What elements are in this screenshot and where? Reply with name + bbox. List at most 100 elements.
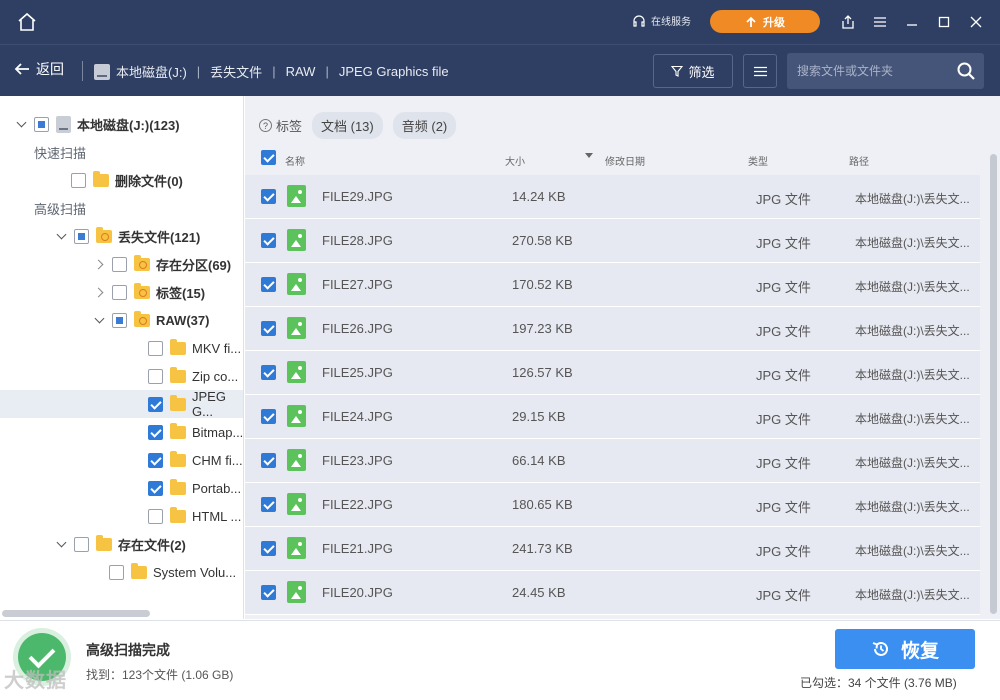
- tree-item-chm[interactable]: CHM fi...: [0, 446, 243, 474]
- tree-item-lost-files[interactable]: 丢失文件(121): [0, 222, 243, 250]
- tree-item-system-volume[interactable]: System Volu...: [0, 558, 243, 586]
- view-menu-button[interactable]: [743, 54, 777, 88]
- close-icon[interactable]: [967, 13, 985, 31]
- online-service-button[interactable]: 在线服务: [632, 13, 691, 28]
- checkbox-checked[interactable]: [148, 396, 163, 412]
- table-row[interactable]: FILE29.JPG 14.24 KB JPG 文件 本地磁盘(J:)\丢失文...: [245, 175, 980, 219]
- table-row[interactable]: FILE26.JPG 197.23 KB JPG 文件 本地磁盘(J:)\丢失文...: [245, 307, 980, 351]
- table-row[interactable]: FILE23.JPG 66.14 KB JPG 文件 本地磁盘(J:)\丢失文...: [245, 439, 980, 483]
- watermark: 大数据: [4, 670, 67, 692]
- image-file-icon: [287, 449, 306, 471]
- column-header-size[interactable]: 大小: [505, 153, 525, 168]
- select-all-checkbox[interactable]: [261, 150, 276, 165]
- horizontal-scrollbar[interactable]: [2, 610, 150, 617]
- table-row[interactable]: FILE25.JPG 126.57 KB JPG 文件 本地磁盘(J:)\丢失文...: [245, 351, 980, 395]
- tree-item-jpeg[interactable]: JPEG G...: [0, 389, 243, 419]
- breadcrumb-item-drive[interactable]: 本地磁盘(J:): [116, 62, 187, 81]
- maximize-icon[interactable]: [935, 13, 953, 31]
- breadcrumb-item-raw[interactable]: RAW: [286, 64, 316, 79]
- checkbox[interactable]: [148, 508, 163, 524]
- expand-arrow-icon[interactable]: [94, 258, 106, 270]
- filter-button[interactable]: 筛选: [653, 54, 733, 88]
- search-input[interactable]: [797, 61, 947, 81]
- tree-item-zip[interactable]: Zip co...: [0, 362, 243, 390]
- tree-item-raw[interactable]: RAW(37): [0, 306, 243, 334]
- table-row[interactable]: FILE21.JPG 241.73 KB JPG 文件 本地磁盘(J:)\丢失文...: [245, 527, 980, 571]
- arrow-left-icon: [14, 63, 29, 75]
- file-name: FILE27.JPG: [322, 277, 393, 292]
- tree-item-existing-partition[interactable]: 存在分区(69): [0, 250, 243, 278]
- table-row[interactable]: FILE28.JPG 270.58 KB JPG 文件 本地磁盘(J:)\丢失文...: [245, 219, 980, 263]
- share-icon[interactable]: [839, 13, 857, 31]
- tree-item-html[interactable]: HTML ...: [0, 502, 243, 530]
- breadcrumb-item-jpeg[interactable]: JPEG Graphics file: [339, 64, 449, 79]
- checkbox[interactable]: [74, 536, 89, 552]
- row-checkbox[interactable]: [261, 541, 276, 556]
- tree-item-tags[interactable]: 标签(15): [0, 278, 243, 306]
- checkbox-partial[interactable]: [112, 312, 127, 328]
- collapse-arrow-icon[interactable]: [16, 118, 28, 130]
- menu-icon[interactable]: [871, 13, 889, 31]
- column-header-path[interactable]: 路径: [849, 153, 869, 168]
- file-size: 180.65 KB: [512, 497, 573, 512]
- expand-arrow-icon[interactable]: [94, 286, 106, 298]
- column-header-name[interactable]: 名称: [285, 153, 305, 168]
- back-button[interactable]: 返回: [14, 59, 64, 79]
- file-name: FILE26.JPG: [322, 321, 393, 336]
- breadcrumb-item-lost-files[interactable]: 丢失文件: [210, 62, 262, 81]
- table-row[interactable]: FILE20.JPG 24.45 KB JPG 文件 本地磁盘(J:)\丢失文...: [245, 571, 980, 615]
- checkbox[interactable]: [112, 284, 127, 300]
- checkbox[interactable]: [112, 256, 127, 272]
- row-checkbox[interactable]: [261, 585, 276, 600]
- checkbox-checked[interactable]: [148, 424, 163, 440]
- column-header-modified[interactable]: 修改日期: [605, 153, 645, 168]
- folder-icon: [170, 394, 186, 411]
- checkbox-checked[interactable]: [148, 480, 163, 496]
- row-checkbox[interactable]: [261, 233, 276, 248]
- tree-item-portable[interactable]: Portab...: [0, 474, 243, 502]
- sort-down-icon[interactable]: [585, 153, 593, 158]
- tag-chip-audio[interactable]: 音频 (2): [392, 112, 457, 139]
- tree-item-bitmap[interactable]: Bitmap...: [0, 418, 243, 446]
- table-row[interactable]: FILE27.JPG 170.52 KB JPG 文件 本地磁盘(J:)\丢失文...: [245, 263, 980, 307]
- tree-item-drive[interactable]: 本地磁盘(J:)(123): [0, 110, 243, 138]
- checkbox[interactable]: [71, 172, 86, 188]
- collapse-arrow-icon[interactable]: [56, 230, 68, 242]
- table-row[interactable]: FILE24.JPG 29.15 KB JPG 文件 本地磁盘(J:)\丢失文...: [245, 395, 980, 439]
- tree-item-deleted-files[interactable]: 删除文件(0): [0, 166, 243, 194]
- collapse-arrow-icon[interactable]: [56, 538, 68, 550]
- folder-icon: [170, 422, 186, 439]
- checkbox-partial[interactable]: [74, 228, 89, 244]
- tree-item-existing-files[interactable]: 存在文件(2): [0, 530, 243, 558]
- row-checkbox[interactable]: [261, 497, 276, 512]
- tree-item-mkv[interactable]: MKV fi...: [0, 334, 243, 362]
- row-checkbox[interactable]: [261, 189, 276, 204]
- collapse-arrow-icon[interactable]: [94, 314, 106, 326]
- row-checkbox[interactable]: [261, 321, 276, 336]
- file-type: JPG 文件: [756, 588, 811, 603]
- row-checkbox[interactable]: [261, 453, 276, 468]
- row-checkbox[interactable]: [261, 277, 276, 292]
- tree-item-label: 存在分区(69): [156, 257, 232, 273]
- tree-item-label: 丢失文件(121): [118, 229, 201, 245]
- recover-button[interactable]: 恢复: [835, 629, 975, 669]
- tag-chip-documents[interactable]: 文档 (13): [312, 112, 383, 139]
- help-icon[interactable]: ?: [259, 119, 272, 132]
- checkbox[interactable]: [109, 564, 124, 580]
- column-header-type[interactable]: 类型: [748, 153, 768, 168]
- checkbox-checked[interactable]: [148, 452, 163, 468]
- table-row[interactable]: FILE22.JPG 180.65 KB JPG 文件 本地磁盘(J:)\丢失文...: [245, 483, 980, 527]
- search-icon[interactable]: [956, 61, 976, 81]
- home-icon[interactable]: [16, 11, 38, 33]
- checkbox[interactable]: [148, 340, 163, 356]
- checkbox-partial[interactable]: [34, 116, 49, 132]
- row-checkbox[interactable]: [261, 365, 276, 380]
- checkbox[interactable]: [148, 368, 163, 384]
- upgrade-button[interactable]: 升级: [710, 10, 820, 33]
- vertical-scrollbar[interactable]: [990, 154, 997, 614]
- section-quick-scan: 快速扫描: [0, 138, 243, 166]
- tree-item-label: 存在文件(2): [118, 537, 186, 553]
- row-checkbox[interactable]: [261, 409, 276, 424]
- minimize-icon[interactable]: [903, 13, 921, 31]
- image-file-icon: [287, 581, 306, 603]
